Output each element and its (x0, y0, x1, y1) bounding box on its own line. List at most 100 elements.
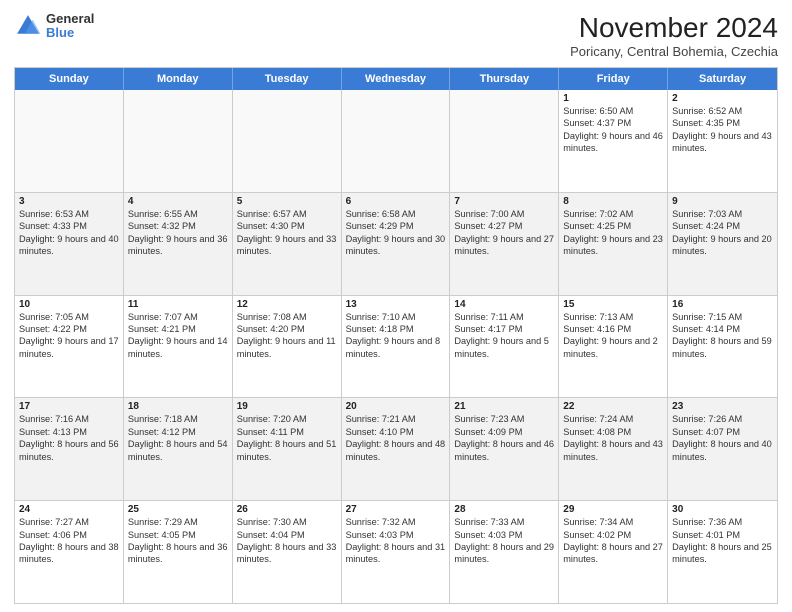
day-info: Sunrise: 7:18 AM Sunset: 4:12 PM Dayligh… (128, 413, 228, 463)
calendar-row: 24Sunrise: 7:27 AM Sunset: 4:06 PM Dayli… (15, 501, 777, 603)
day-cell: 29Sunrise: 7:34 AM Sunset: 4:02 PM Dayli… (559, 501, 668, 603)
day-info: Sunrise: 6:52 AM Sunset: 4:35 PM Dayligh… (672, 105, 773, 155)
day-number: 8 (563, 196, 663, 207)
day-info: Sunrise: 7:29 AM Sunset: 4:05 PM Dayligh… (128, 516, 228, 566)
day-number: 1 (563, 93, 663, 104)
empty-cell (450, 90, 559, 192)
day-number: 29 (563, 504, 663, 515)
calendar: SundayMondayTuesdayWednesdayThursdayFrid… (14, 67, 778, 604)
day-info: Sunrise: 7:21 AM Sunset: 4:10 PM Dayligh… (346, 413, 446, 463)
weekday-header: Friday (559, 68, 668, 90)
day-number: 27 (346, 504, 446, 515)
logo: General Blue (14, 12, 94, 41)
day-cell: 16Sunrise: 7:15 AM Sunset: 4:14 PM Dayli… (668, 296, 777, 398)
day-number: 4 (128, 196, 228, 207)
day-cell: 7Sunrise: 7:00 AM Sunset: 4:27 PM Daylig… (450, 193, 559, 295)
day-cell: 23Sunrise: 7:26 AM Sunset: 4:07 PM Dayli… (668, 398, 777, 500)
day-cell: 5Sunrise: 6:57 AM Sunset: 4:30 PM Daylig… (233, 193, 342, 295)
day-info: Sunrise: 7:03 AM Sunset: 4:24 PM Dayligh… (672, 208, 773, 258)
day-cell: 13Sunrise: 7:10 AM Sunset: 4:18 PM Dayli… (342, 296, 451, 398)
day-cell: 11Sunrise: 7:07 AM Sunset: 4:21 PM Dayli… (124, 296, 233, 398)
day-info: Sunrise: 7:05 AM Sunset: 4:22 PM Dayligh… (19, 311, 119, 361)
page: General Blue November 2024 Poricany, Cen… (0, 0, 792, 612)
day-cell: 9Sunrise: 7:03 AM Sunset: 4:24 PM Daylig… (668, 193, 777, 295)
day-info: Sunrise: 6:53 AM Sunset: 4:33 PM Dayligh… (19, 208, 119, 258)
day-cell: 28Sunrise: 7:33 AM Sunset: 4:03 PM Dayli… (450, 501, 559, 603)
empty-cell (342, 90, 451, 192)
logo-text: General Blue (46, 12, 94, 41)
day-number: 3 (19, 196, 119, 207)
logo-general: General (46, 12, 94, 26)
day-number: 7 (454, 196, 554, 207)
day-info: Sunrise: 7:24 AM Sunset: 4:08 PM Dayligh… (563, 413, 663, 463)
day-number: 17 (19, 401, 119, 412)
weekday-header: Thursday (450, 68, 559, 90)
month-title: November 2024 (570, 12, 778, 44)
day-info: Sunrise: 7:20 AM Sunset: 4:11 PM Dayligh… (237, 413, 337, 463)
calendar-row: 17Sunrise: 7:16 AM Sunset: 4:13 PM Dayli… (15, 398, 777, 501)
day-cell: 14Sunrise: 7:11 AM Sunset: 4:17 PM Dayli… (450, 296, 559, 398)
calendar-body: 1Sunrise: 6:50 AM Sunset: 4:37 PM Daylig… (15, 90, 777, 603)
day-cell: 6Sunrise: 6:58 AM Sunset: 4:29 PM Daylig… (342, 193, 451, 295)
day-number: 26 (237, 504, 337, 515)
day-info: Sunrise: 7:13 AM Sunset: 4:16 PM Dayligh… (563, 311, 663, 361)
day-info: Sunrise: 7:33 AM Sunset: 4:03 PM Dayligh… (454, 516, 554, 566)
day-number: 12 (237, 299, 337, 310)
day-number: 16 (672, 299, 773, 310)
weekday-header: Sunday (15, 68, 124, 90)
day-number: 23 (672, 401, 773, 412)
day-cell: 30Sunrise: 7:36 AM Sunset: 4:01 PM Dayli… (668, 501, 777, 603)
day-cell: 22Sunrise: 7:24 AM Sunset: 4:08 PM Dayli… (559, 398, 668, 500)
day-info: Sunrise: 6:50 AM Sunset: 4:37 PM Dayligh… (563, 105, 663, 155)
weekday-header: Saturday (668, 68, 777, 90)
day-number: 2 (672, 93, 773, 104)
day-number: 11 (128, 299, 228, 310)
day-info: Sunrise: 7:11 AM Sunset: 4:17 PM Dayligh… (454, 311, 554, 361)
empty-cell (124, 90, 233, 192)
day-info: Sunrise: 7:00 AM Sunset: 4:27 PM Dayligh… (454, 208, 554, 258)
day-cell: 27Sunrise: 7:32 AM Sunset: 4:03 PM Dayli… (342, 501, 451, 603)
day-cell: 12Sunrise: 7:08 AM Sunset: 4:20 PM Dayli… (233, 296, 342, 398)
day-info: Sunrise: 7:07 AM Sunset: 4:21 PM Dayligh… (128, 311, 228, 361)
weekday-header: Wednesday (342, 68, 451, 90)
day-number: 19 (237, 401, 337, 412)
day-cell: 15Sunrise: 7:13 AM Sunset: 4:16 PM Dayli… (559, 296, 668, 398)
location: Poricany, Central Bohemia, Czechia (570, 44, 778, 59)
day-info: Sunrise: 7:30 AM Sunset: 4:04 PM Dayligh… (237, 516, 337, 566)
weekday-header: Monday (124, 68, 233, 90)
day-cell: 25Sunrise: 7:29 AM Sunset: 4:05 PM Dayli… (124, 501, 233, 603)
day-info: Sunrise: 6:55 AM Sunset: 4:32 PM Dayligh… (128, 208, 228, 258)
day-cell: 2Sunrise: 6:52 AM Sunset: 4:35 PM Daylig… (668, 90, 777, 192)
calendar-row: 10Sunrise: 7:05 AM Sunset: 4:22 PM Dayli… (15, 296, 777, 399)
day-cell: 17Sunrise: 7:16 AM Sunset: 4:13 PM Dayli… (15, 398, 124, 500)
day-info: Sunrise: 7:34 AM Sunset: 4:02 PM Dayligh… (563, 516, 663, 566)
day-number: 30 (672, 504, 773, 515)
day-cell: 4Sunrise: 6:55 AM Sunset: 4:32 PM Daylig… (124, 193, 233, 295)
day-number: 24 (19, 504, 119, 515)
top-section: General Blue November 2024 Poricany, Cen… (14, 12, 778, 59)
day-number: 21 (454, 401, 554, 412)
day-number: 22 (563, 401, 663, 412)
day-number: 20 (346, 401, 446, 412)
logo-blue: Blue (46, 26, 94, 40)
day-info: Sunrise: 7:02 AM Sunset: 4:25 PM Dayligh… (563, 208, 663, 258)
day-cell: 24Sunrise: 7:27 AM Sunset: 4:06 PM Dayli… (15, 501, 124, 603)
empty-cell (233, 90, 342, 192)
day-number: 9 (672, 196, 773, 207)
day-number: 5 (237, 196, 337, 207)
day-info: Sunrise: 7:23 AM Sunset: 4:09 PM Dayligh… (454, 413, 554, 463)
day-info: Sunrise: 7:32 AM Sunset: 4:03 PM Dayligh… (346, 516, 446, 566)
day-number: 6 (346, 196, 446, 207)
day-info: Sunrise: 7:27 AM Sunset: 4:06 PM Dayligh… (19, 516, 119, 566)
day-info: Sunrise: 7:15 AM Sunset: 4:14 PM Dayligh… (672, 311, 773, 361)
day-info: Sunrise: 7:10 AM Sunset: 4:18 PM Dayligh… (346, 311, 446, 361)
day-number: 25 (128, 504, 228, 515)
logo-icon (14, 12, 42, 40)
empty-cell (15, 90, 124, 192)
day-cell: 18Sunrise: 7:18 AM Sunset: 4:12 PM Dayli… (124, 398, 233, 500)
day-number: 18 (128, 401, 228, 412)
day-number: 14 (454, 299, 554, 310)
day-number: 13 (346, 299, 446, 310)
title-section: November 2024 Poricany, Central Bohemia,… (570, 12, 778, 59)
day-cell: 10Sunrise: 7:05 AM Sunset: 4:22 PM Dayli… (15, 296, 124, 398)
